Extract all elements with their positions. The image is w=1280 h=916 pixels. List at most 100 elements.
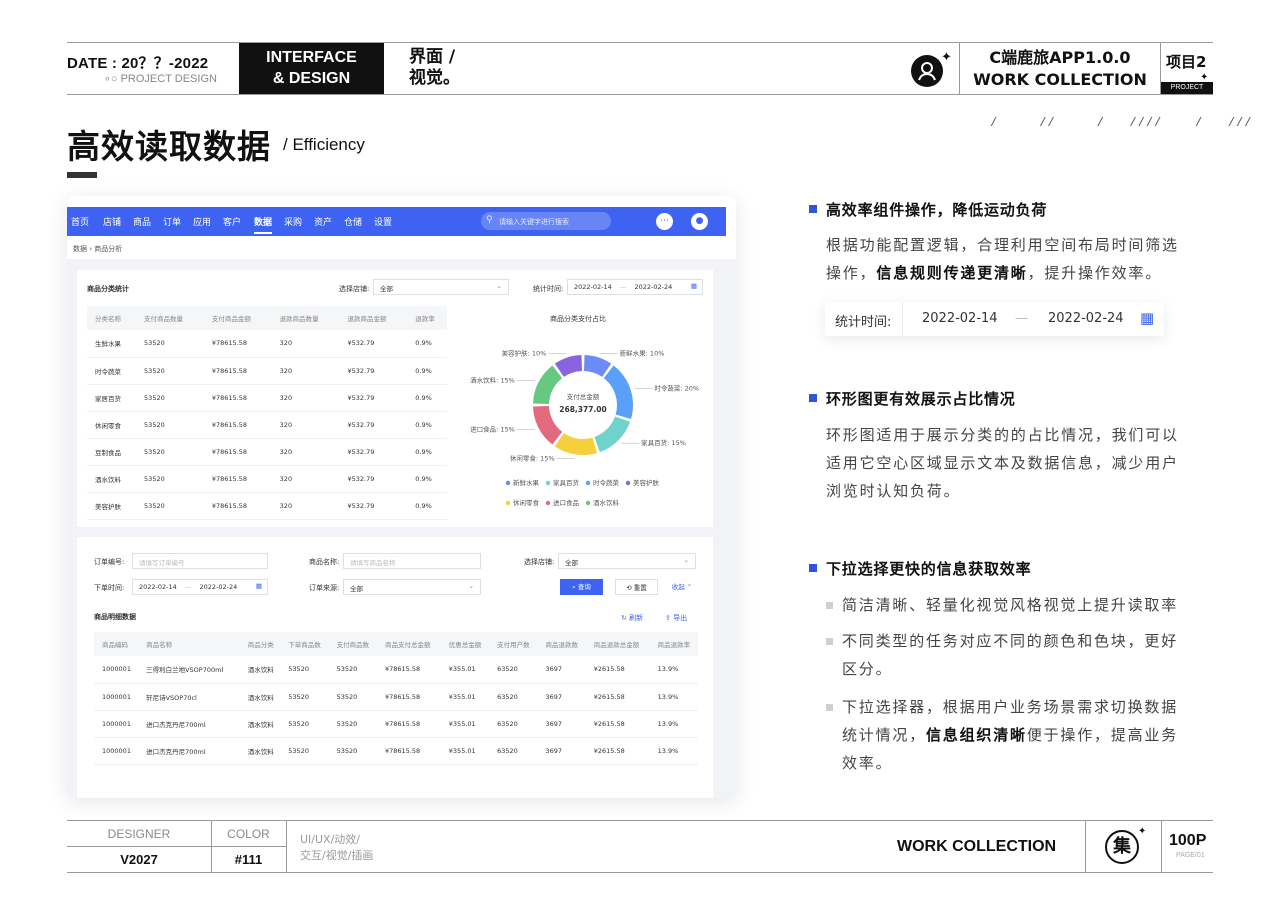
bullet-2-line-1: 不同类型的任务对应不同的颜色和色块，更好 (842, 632, 1179, 650)
table-cell: 1000001 (94, 737, 139, 765)
table-cell: 53520 (328, 683, 377, 711)
legend-label[interactable]: 美容护肤 (633, 478, 660, 487)
project-design-label: ∘○ PROJECT DESIGN (104, 73, 217, 85)
legend-label[interactable]: 时令蔬菜 (593, 478, 620, 487)
nav-item[interactable]: 店铺 (103, 215, 121, 228)
collapse-button[interactable]: 收起 ⌃ (666, 579, 698, 595)
bullet-1: 简洁清晰、轻量化视觉风格视觉上提升读取率 (842, 596, 1179, 614)
collection-logo: 集 (1105, 830, 1139, 864)
table-row[interactable]: 家居百货 53520 ¥78615.58 320 ¥532.79 0.9% (87, 384, 447, 412)
table-cell: ¥532.79 (339, 357, 408, 385)
table-cell: ¥78615.58 (203, 492, 272, 520)
column-header: 支付商品金额 (203, 306, 272, 330)
nav-item[interactable]: 客户 (223, 215, 241, 228)
search-input[interactable]: ⚲ 请输入关键字进行搜索 (481, 212, 611, 230)
table-row[interactable]: 生鲜水果 53520 ¥78615.58 320 ¥532.79 0.9% (87, 330, 447, 358)
legend-swatch (505, 480, 511, 486)
bullet-3-line-2: 统计情况，信息组织清晰便于操作，提高业务 (842, 721, 1222, 749)
table-cell: ¥532.79 (339, 330, 408, 358)
nav-item[interactable]: 订单 (163, 215, 181, 228)
legend-label[interactable]: 新鲜水果 (513, 478, 540, 487)
donut-slice-新鲜水果[interactable] (584, 355, 612, 377)
nav-item[interactable]: 商品 (133, 215, 151, 228)
table-cell: 酒水饮料 (239, 683, 281, 711)
text-span: 统计情况， (842, 726, 927, 744)
legend-label[interactable]: 家具百货 (553, 478, 580, 487)
query-button[interactable]: ⌕ 查询 (560, 579, 603, 595)
table-row[interactable]: 1000001 轩尼诗VSOP70cl 酒水饮料 53520 53520 ¥78615.5… (94, 683, 698, 711)
nav-item[interactable]: 首页 (71, 215, 89, 228)
message-icon[interactable]: ⋯ (656, 213, 673, 230)
table-row[interactable]: 酒水饮料 53520 ¥78615.58 320 ¥532.79 0.9% (87, 465, 447, 493)
app-title: C端鹿旅APP1.0.0 WORK COLLECTION (961, 47, 1159, 91)
table-cell: ¥78615.58 (203, 438, 272, 466)
table-cell: 0.9% (407, 411, 447, 439)
donut-slice-家具百货[interactable] (594, 416, 631, 453)
table-row[interactable]: 1000001 进口杰克丹尼700ml 酒水饮料 53520 53520 ¥78615.5… (94, 737, 698, 765)
table-row[interactable]: 休闲零食 53520 ¥78615.58 320 ¥532.79 0.9% (87, 411, 447, 439)
date-range-demo[interactable]: 统计时间: 2022-02-14 — 2022-02-24 ▦ (825, 302, 1164, 336)
refresh-button[interactable]: ↻ 刷新 (621, 613, 643, 623)
table-cell: 13.9% (649, 710, 698, 738)
source-select[interactable]: 全部 ⌄ (343, 579, 481, 595)
nav-item-active[interactable]: 数据 (254, 215, 273, 234)
bullet-square (809, 394, 817, 402)
table-row[interactable]: 1000001 三得利白兰地VSOP700ml 酒水饮料 53520 53520 ¥786… (94, 656, 698, 684)
table-row[interactable]: 美容护肤 53520 ¥78615.58 320 ¥532.79 0.9% (87, 492, 447, 520)
nav-item[interactable]: 应用 (193, 215, 211, 228)
legend-swatch (505, 500, 511, 506)
nav-item[interactable]: 设置 (374, 215, 392, 228)
divider (959, 42, 960, 94)
table-cell: ¥355.01 (440, 737, 490, 765)
product-input[interactable]: 请填写商品名称 (343, 553, 481, 569)
dashboard-mockup: 首页 店铺 商品 订单 应用 客户 数据 采购 资产 仓储 设置 ⚲ 请输入关键… (67, 196, 736, 798)
table-cell: 63520 (489, 656, 538, 684)
section-2-title: 环形图更有效展示占比情况 (826, 390, 1016, 408)
reset-button[interactable]: ⟲ 重置 (615, 579, 658, 595)
chevron-down-icon: ⌄ (496, 282, 502, 290)
donut-slice-美容护肤[interactable] (554, 355, 582, 377)
reset-button-label: 重置 (633, 584, 647, 592)
table-row[interactable]: 1000001 进口杰克丹尼700ml 酒水饮料 53520 53520 ¥78615.5… (94, 710, 698, 738)
table-cell: ¥355.01 (440, 656, 490, 684)
table-cell: 美容护肤 (87, 492, 137, 520)
legend-label[interactable]: 休闲零食 (513, 498, 540, 507)
table-cell: ¥2615.58 (585, 656, 650, 684)
detail-panel: 订单编号: 请填写订单编号 商品名称: 请填写商品名称 选择店铺: 全部 ⌄ 下… (77, 537, 713, 798)
filter-store-select[interactable]: 全部 ⌄ (558, 553, 696, 569)
store-select[interactable]: 全部 ⌄ (373, 279, 509, 295)
export-button[interactable]: ⇪ 导出 (665, 613, 687, 623)
table-cell: 豆制食品 (87, 438, 137, 466)
refresh-label: 刷新 (629, 614, 644, 622)
date-range-picker[interactable]: 2022-02-14 — 2022-02-24 ▦ (567, 279, 703, 295)
order-date-range[interactable]: 2022-02-14 — 2022-02-24 ▦ (132, 579, 268, 595)
project-number: 项目2 (1166, 53, 1207, 71)
column-header: 支付用户数 (489, 632, 538, 656)
sparkle-icon: ✦ (374, 70, 385, 85)
bullet-3-line-1: 下拉选择器，根据用户业务场景需求切换数据 (842, 698, 1179, 716)
table-cell: 3697 (537, 737, 586, 765)
table-cell: 53520 (136, 330, 204, 358)
legend-label[interactable]: 酒水饮料 (593, 498, 620, 507)
demo-date-end: 2022-02-24 (1048, 311, 1124, 326)
table-cell: 53520 (280, 737, 329, 765)
slice-label: 时令蔬菜: 20% (654, 383, 699, 392)
nav-item[interactable]: 资产 (314, 215, 332, 228)
title-underline (67, 172, 97, 178)
tags-line-2: 交互/视觉/插画 (300, 849, 374, 862)
nav-item[interactable]: 采购 (284, 215, 302, 228)
table-row[interactable]: 时令蔬菜 53520 ¥78615.58 320 ¥532.79 0.9% (87, 357, 447, 385)
slice-label: 休闲零食: 15% (510, 453, 555, 462)
demo-label: 统计时间: (835, 315, 892, 330)
donut-slice-休闲零食[interactable] (554, 433, 598, 455)
order-no-input[interactable]: 请填写订单编号 (132, 553, 268, 569)
user-icon[interactable]: ● (691, 213, 708, 230)
filter-date-end: 2022-02-24 (199, 583, 238, 591)
donut-slice-酒水饮料[interactable] (533, 365, 563, 404)
legend-label[interactable]: 进口食品 (553, 498, 579, 507)
table-row[interactable]: 豆制食品 53520 ¥78615.58 320 ¥532.79 0.9% (87, 438, 447, 466)
footer-bottom-rule (67, 872, 1213, 873)
nav-item[interactable]: 仓储 (344, 215, 362, 228)
work-collection-text: WORK COLLECTION (973, 70, 1147, 89)
table-cell: 53520 (328, 710, 377, 738)
